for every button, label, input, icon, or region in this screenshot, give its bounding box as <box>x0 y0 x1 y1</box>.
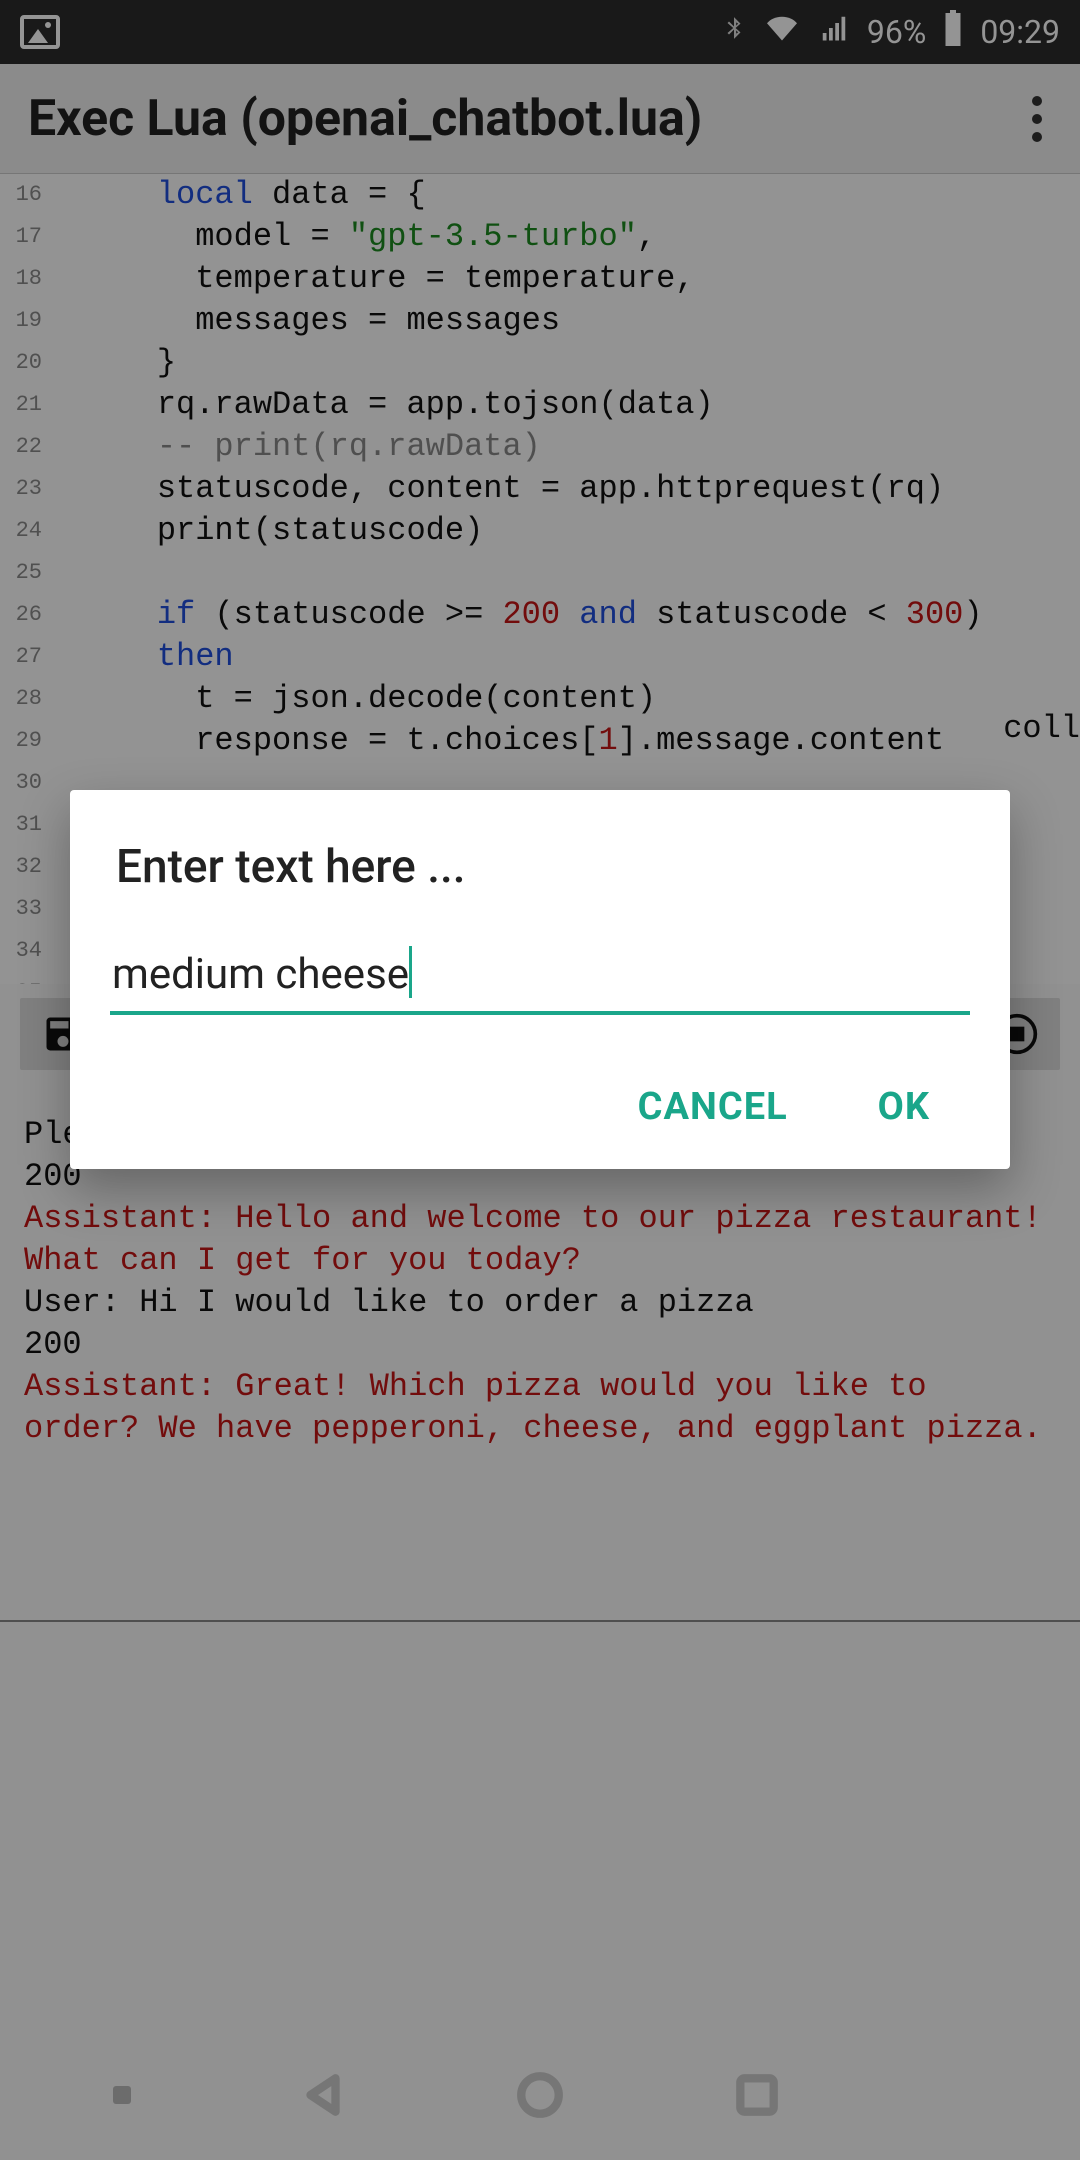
ok-button[interactable]: OK <box>868 1075 940 1139</box>
dialog-title: Enter text here ... <box>110 840 970 894</box>
text-input-dialog: Enter text here ... CANCEL OK <box>70 790 1010 1169</box>
cancel-button[interactable]: CANCEL <box>628 1075 798 1139</box>
dialog-text-input[interactable] <box>110 944 970 1015</box>
